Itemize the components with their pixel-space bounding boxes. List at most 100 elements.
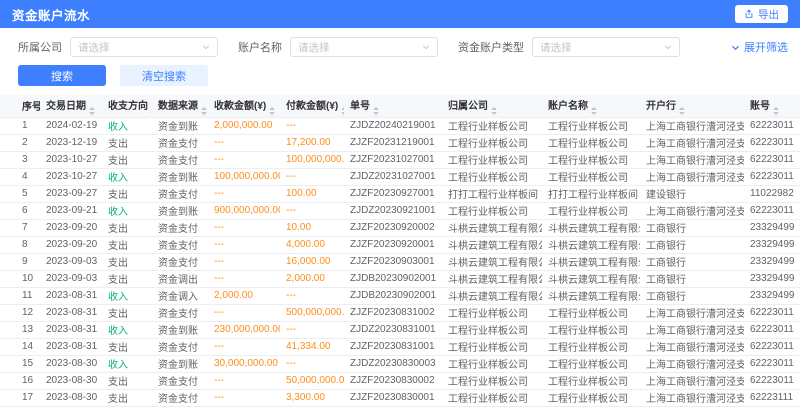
cell-account_name: 工程行业样板公司 [542,168,640,185]
cell-bank: 上海工商银行漕河泾支行 [640,355,744,372]
cell-bank: 工商银行 [640,270,744,287]
table-row: 92023-09-03支出资金支付---16,000.00ZJZF2023090… [0,253,800,270]
cell-direction: 支出 [102,253,152,270]
cell-account_name: 斗栱云建筑工程有限公司 [542,219,640,236]
cell-bank: 工商银行 [640,287,744,304]
cell-direction: 支出 [102,389,152,406]
cell-order_no: ZJDB20230902001 [344,287,442,304]
search-button[interactable]: 搜索 [18,65,106,86]
column-header-label: 付款金额(¥) [286,101,338,112]
cell-receipt: --- [208,372,280,389]
table-row: 102023-09-03支出资金调出---2,000.00ZJDB2023090… [0,270,800,287]
cell-receipt: --- [208,151,280,168]
cell-source: 资金支付 [152,134,208,151]
cell-order_no: ZJDZ20230831001 [344,321,442,338]
cell-receipt: --- [208,185,280,202]
cell-company: 工程行业样板公司 [442,168,542,185]
filter-label-company: 所属公司 [18,39,62,55]
sort-icon[interactable] [491,107,497,115]
cell-account_no: 62223111 [744,389,800,406]
cell-company: 工程行业样板公司 [442,304,542,321]
cell-date: 2023-12-19 [40,134,102,151]
sort-icon[interactable] [89,107,95,115]
column-header-account_name[interactable]: 账户名称 [542,95,640,117]
filter-bar: 所属公司 请选择 账户名称 请选择 资金账户类型 请选择 [0,28,800,64]
cell-account_name: 斗栱云建筑工程有限公司 [542,253,640,270]
column-header-source[interactable]: 数据来源 [152,95,208,117]
cell-date: 2023-10-27 [40,168,102,185]
cell-source: 资金到账 [152,355,208,372]
cell-order_no: ZJZF20230830001 [344,389,442,406]
cell-receipt: 100,000,000.00 [208,168,280,185]
cell-payment: 41,334.00 [280,338,344,355]
cell-receipt: --- [208,253,280,270]
cell-company: 工程行业样板公司 [442,117,542,134]
sort-icon[interactable] [373,107,379,115]
cell-date: 2023-09-20 [40,236,102,253]
sort-icon[interactable] [591,107,597,115]
top-bar: 资金账户流水 导出 [0,0,800,28]
sort-icon[interactable] [341,107,344,115]
cell-bank: 工商银行 [640,219,744,236]
cell-payment: 100.00 [280,185,344,202]
column-header-bank[interactable]: 开户行 [640,95,744,117]
cell-order_no: ZJDZ20230921001 [344,202,442,219]
cell-receipt: 2,000.00 [208,287,280,304]
cell-no: 12 [0,304,40,321]
column-header-account_no[interactable]: 账号 [744,95,800,117]
column-header-company[interactable]: 归属公司 [442,95,542,117]
cell-no: 13 [0,321,40,338]
cell-direction: 收入 [102,287,152,304]
expand-filters-label: 展开筛选 [744,39,788,55]
table-row: 122023-08-31支出资金支付---500,000,000.00ZJZF2… [0,304,800,321]
cell-source: 资金到账 [152,202,208,219]
column-header-order_no[interactable]: 单号 [344,95,442,117]
expand-filters-link[interactable]: 展开筛选 [731,39,788,55]
column-header-date[interactable]: 交易日期 [40,95,102,117]
cell-date: 2023-09-03 [40,270,102,287]
cell-account_name: 工程行业样板公司 [542,355,640,372]
cell-company: 工程行业样板公司 [442,355,542,372]
account-type-select[interactable]: 请选择 [532,37,680,57]
export-button[interactable]: 导出 [735,5,788,23]
clear-search-button[interactable]: 清空搜索 [120,65,208,86]
column-header-receipt[interactable]: 收款金额(¥) [208,95,280,117]
cell-account_no: 62223011 [744,151,800,168]
cell-source: 资金支付 [152,236,208,253]
cell-account_no: 23329499 [744,287,800,304]
cell-account_no: 62223011 [744,338,800,355]
cell-no: 16 [0,372,40,389]
cell-direction: 收入 [102,321,152,338]
column-header-label: 数据来源 [158,101,198,112]
cell-no: 7 [0,219,40,236]
company-select[interactable]: 请选择 [70,37,218,57]
sort-icon[interactable] [679,107,685,115]
column-header-direction[interactable]: 收支方向 [102,95,152,117]
export-button-label: 导出 [758,7,779,22]
cell-receipt: 900,000,000.00 [208,202,280,219]
cell-account_no: 62223011 [744,168,800,185]
column-header-label: 收支方向 [108,101,148,112]
cell-payment: 100,000,000.00 [280,151,344,168]
cell-payment: 16,000.00 [280,253,344,270]
table-row: 22023-12-19支出资金支付---17,200.00ZJZF2023121… [0,134,800,151]
cell-account_name: 工程行业样板公司 [542,338,640,355]
cell-order_no: ZJZF20231027001 [344,151,442,168]
cell-receipt: 2,000,000.00 [208,117,280,134]
account-name-select[interactable]: 请选择 [290,37,438,57]
cell-order_no: ZJZF20230830002 [344,372,442,389]
table-row: 72023-09-20支出资金支付---10.00ZJZF20230920002… [0,219,800,236]
sort-icon[interactable] [201,107,207,115]
export-icon [744,9,754,19]
action-bar: 搜索 清空搜索 [0,64,800,95]
account-name-select-placeholder: 请选择 [298,40,330,55]
column-header-label: 账户名称 [548,101,588,112]
cell-account_name: 工程行业样板公司 [542,321,640,338]
cell-source: 资金支付 [152,253,208,270]
cell-source: 资金支付 [152,185,208,202]
sort-icon[interactable] [773,107,779,115]
cell-bank: 上海工商银行漕河泾支行 [640,134,744,151]
column-header-payment[interactable]: 付款金额(¥) [280,95,344,117]
sort-icon[interactable] [151,107,152,115]
sort-icon[interactable] [269,107,275,115]
